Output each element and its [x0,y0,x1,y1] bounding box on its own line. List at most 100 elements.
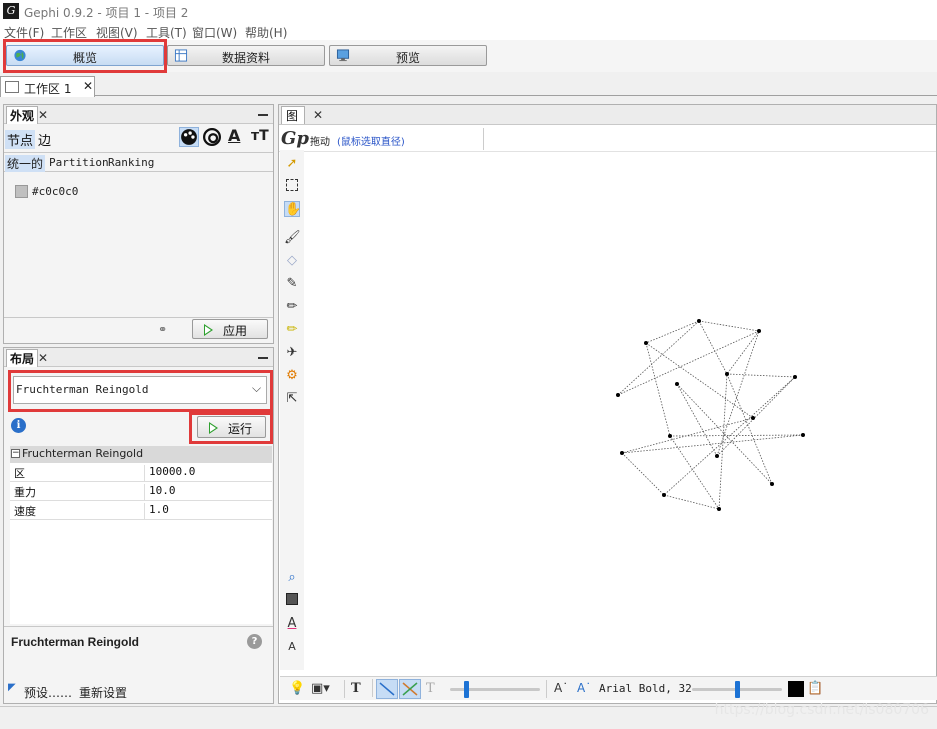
font-name-label[interactable]: Arial Bold, 32 [599,682,692,695]
color-palette-icon[interactable] [179,127,199,147]
edge-labels-icon[interactable]: T [426,681,435,696]
brush-icon[interactable]: 🖌 [284,230,301,246]
data-laboratory-tab[interactable]: 数据资料 [167,45,325,66]
light-bulb-icon[interactable]: 💡 [289,681,305,696]
zoom-icon[interactable]: ⌕ [284,570,300,586]
graph-edge[interactable] [621,434,804,454]
collapse-icon[interactable]: − [11,449,20,458]
font-color-icon[interactable]: A [284,616,300,632]
graph-edge[interactable] [676,383,773,485]
workspace-close-icon[interactable]: ✕ [83,79,93,93]
graph-node[interactable] [668,434,672,438]
rectangle-select-icon[interactable] [284,179,300,195]
graph-edge[interactable] [617,320,700,396]
graph-edge[interactable] [716,330,760,457]
menu-window[interactable]: 窗口(W) [192,24,237,40]
workspace-tab[interactable]: 工作区 1 ✕ [0,76,95,97]
ranking-mode-tab[interactable]: Ranking [108,156,154,169]
color-swatch[interactable] [15,185,28,198]
info-icon[interactable]: i [11,418,26,433]
appearance-close-icon[interactable]: ✕ [38,108,48,122]
property-section-header[interactable]: − Fruchterman Reingold [10,446,272,463]
layout-minimize-icon[interactable] [258,357,268,359]
graph-edge[interactable] [645,320,700,344]
layout-title[interactable]: 布局 [6,349,39,367]
appearance-title[interactable]: 外观 [6,106,39,124]
graph-canvas[interactable] [305,153,935,675]
property-value[interactable]: 10000.0 [144,465,195,483]
pencil-icon[interactable]: ✏ [284,299,300,315]
property-value[interactable]: 10.0 [144,484,176,502]
partition-mode-tab[interactable]: Partition [49,156,109,169]
graph-edge[interactable] [617,330,760,396]
graph-close-icon[interactable]: ✕ [313,108,323,122]
apply-button[interactable]: 应用 [192,319,268,339]
property-row-speed[interactable]: 速度 1.0 [10,501,272,521]
property-row-gravity[interactable]: 重力 10.0 [10,482,272,502]
edge-color-icon[interactable] [399,679,421,699]
menu-help[interactable]: 帮助(H) [245,24,287,40]
graph-edge[interactable] [621,452,665,496]
graph-node[interactable] [725,372,729,376]
graph-node[interactable] [697,319,701,323]
graph-node[interactable] [770,482,774,486]
size-icon[interactable] [203,128,221,146]
menu-file[interactable]: 文件(F) [4,24,44,40]
graph-edge[interactable] [726,373,796,378]
label-color-icon[interactable]: A [228,126,240,145]
background-color-icon[interactable] [284,593,300,609]
edge-icon[interactable] [376,679,398,699]
font-size-up-icon[interactable]: A˙ [577,681,591,695]
screenshot-icon[interactable]: ▣▾ [311,681,330,696]
graph-edge[interactable] [669,435,720,510]
menu-workspace[interactable]: 工作区 [51,24,87,40]
presets-link[interactable]: 预设…… [24,684,72,701]
nodes-subtab[interactable]: 节点 [5,130,36,149]
graph-node[interactable] [793,375,797,379]
graph-node[interactable] [751,416,755,420]
drag-hand-icon[interactable]: ✋ [284,201,301,217]
graph-node[interactable] [662,493,666,497]
reset-link[interactable]: 重新设置 [79,684,127,701]
label-size-icon[interactable]: ᴛT [251,128,269,144]
graph-node[interactable] [616,393,620,397]
graph-edge[interactable] [726,373,773,485]
graph-edge[interactable] [698,320,760,332]
layout-close-icon[interactable]: ✕ [38,351,48,365]
edge-scale-slider-knob[interactable] [464,681,469,698]
menu-tools[interactable]: 工具(T) [146,24,187,40]
graph-node[interactable] [715,454,719,458]
label-size-slider-knob[interactable] [735,681,740,698]
appearance-minimize-icon[interactable] [258,114,268,116]
font-size-down-icon[interactable]: A˙ [554,681,568,695]
font-icon[interactable]: A [284,639,300,655]
help-icon[interactable]: ? [247,634,262,649]
graph-node[interactable] [675,382,679,386]
graph-node[interactable] [757,329,761,333]
painter-icon[interactable]: ✎ [284,276,300,292]
link-icon[interactable]: ⚭ [158,323,167,336]
edges-subtab[interactable]: 边 [38,130,51,149]
label-color-swatch[interactable] [788,681,804,697]
property-key: 重力 [14,486,36,499]
help-cursor-icon[interactable]: ⇱ [284,391,300,407]
select-arrow-icon[interactable]: ➚ [284,156,300,172]
clipboard-icon[interactable]: 📋 [807,681,823,696]
graph-node[interactable] [717,507,721,511]
graph-node[interactable] [620,451,624,455]
preview-tab[interactable]: 预览 [329,45,487,66]
property-value[interactable]: 1.0 [144,503,169,521]
graph-title[interactable]: 图 [281,106,306,124]
menu-view[interactable]: 视图(V) [96,24,138,40]
show-labels-icon[interactable]: T [351,681,361,696]
edge-pencil-icon[interactable]: ✏ [284,322,300,338]
graph-node[interactable] [644,341,648,345]
graph-edge[interactable] [663,376,796,496]
graph-edge[interactable] [726,330,760,375]
diamond-icon[interactable]: ◇ [284,253,300,269]
property-row-area[interactable]: 区 10000.0 [10,463,272,483]
gear-icon[interactable]: ⚙ [284,368,300,384]
unique-mode-tab[interactable]: 统一的 [5,155,46,172]
airplane-icon[interactable]: ✈ [284,345,300,361]
graph-node[interactable] [801,433,805,437]
